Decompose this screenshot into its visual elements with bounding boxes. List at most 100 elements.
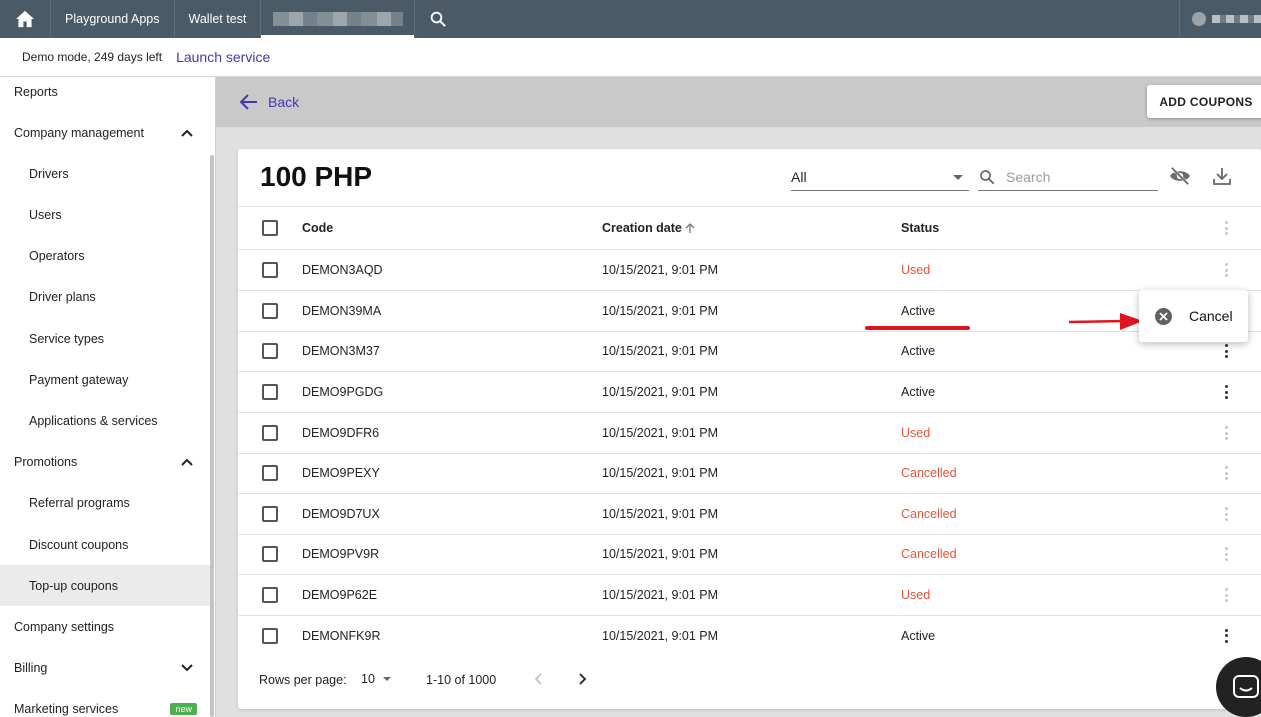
more-vert-icon[interactable]: [1218, 425, 1234, 441]
sidebar-item-service-types[interactable]: Service types: [0, 318, 211, 359]
chevron-left-icon[interactable]: [531, 671, 547, 687]
sidebar-item-label: Drivers: [29, 166, 69, 181]
more-vert-icon[interactable]: [1218, 546, 1234, 562]
demo-bar: Demo mode, 249 days left Launch service: [0, 38, 1261, 77]
chevron-up-icon: [181, 129, 193, 137]
row-checkbox[interactable]: [262, 627, 278, 644]
tab-playground-apps[interactable]: Playground Apps: [50, 0, 174, 38]
coupon-code: DEMO9PV9R: [302, 547, 380, 561]
search-input[interactable]: [1006, 168, 1146, 185]
row-checkbox[interactable]: [262, 384, 278, 400]
column-header-status[interactable]: Status: [901, 207, 939, 249]
status-text: Cancelled: [901, 466, 957, 480]
creation-date: 10/15/2021, 9:01 PM: [602, 344, 719, 358]
sidebar-item-driver-plans[interactable]: Driver plans: [0, 276, 211, 317]
more-vert-icon[interactable]: [1218, 220, 1234, 236]
header-bar: Back ADD COUPONS: [216, 77, 1261, 127]
table-row[interactable]: DEMO9D7UX 10/15/2021, 9:01 PM Cancelled: [238, 494, 1261, 535]
sidebar-item-label: Marketing services: [14, 701, 119, 716]
status-text: Active: [901, 304, 936, 318]
row-checkbox[interactable]: [262, 546, 278, 562]
row-checkbox[interactable]: [262, 465, 278, 481]
more-vert-icon[interactable]: [1218, 587, 1234, 603]
row-checkbox[interactable]: [262, 262, 278, 278]
arrow-left-icon: [240, 94, 257, 110]
sidebar-item-company-settings[interactable]: Company settings: [0, 606, 211, 647]
tab-active-redacted[interactable]: [260, 0, 415, 38]
sidebar-item-billing[interactable]: Billing: [0, 647, 211, 688]
table-row[interactable]: DEMO9PV9R 10/15/2021, 9:01 PM Cancelled: [238, 534, 1261, 575]
red-arrow-annotation: [1068, 313, 1143, 330]
cancel-menu-item[interactable]: Cancel: [1189, 308, 1233, 324]
status-filter-select[interactable]: All: [791, 163, 969, 191]
sidebar-item-label: Payment gateway: [29, 372, 129, 387]
row-checkbox[interactable]: [262, 425, 278, 441]
rows-per-page-select[interactable]: 10: [361, 672, 391, 686]
search-icon: [430, 11, 446, 27]
tab-wallet-test[interactable]: Wallet test: [173, 0, 261, 38]
row-checkbox[interactable]: [262, 303, 278, 319]
sidebar-item-payment-gateway[interactable]: Payment gateway: [0, 359, 211, 400]
sidebar-item-applications-services[interactable]: Applications & services: [0, 400, 211, 441]
creation-date: 10/15/2021, 9:01 PM: [602, 304, 719, 318]
table-row[interactable]: DEMO9PEXY 10/15/2021, 9:01 PM Cancelled: [238, 453, 1261, 494]
creation-date: 10/15/2021, 9:01 PM: [602, 628, 719, 643]
row-checkbox[interactable]: [262, 506, 278, 522]
table-row[interactable]: DEMON3M37 10/15/2021, 9:01 PM Active: [238, 331, 1261, 372]
sidebar-item-reports[interactable]: Reports: [0, 77, 211, 112]
back-button[interactable]: Back: [240, 77, 299, 127]
more-vert-icon[interactable]: [1218, 628, 1234, 644]
creation-date: 10/15/2021, 9:01 PM: [602, 466, 719, 480]
sidebar-item-label: Operators: [29, 248, 85, 263]
more-vert-icon[interactable]: [1218, 262, 1234, 278]
table-row[interactable]: DEMONFK9R 10/15/2021, 9:01 PM Active: [238, 615, 1261, 656]
table-row[interactable]: DEMO9PGDG 10/15/2021, 9:01 PM Active: [238, 372, 1261, 413]
sidebar-scrollbar[interactable]: [210, 155, 214, 717]
column-header-label: Creation date: [602, 221, 682, 235]
table-row[interactable]: DEMO9P62E 10/15/2021, 9:01 PM Used: [238, 575, 1261, 616]
status-text: Active: [901, 385, 936, 399]
sidebar-item-label: Applications & services: [29, 413, 158, 428]
column-header-creation-date[interactable]: Creation date: [602, 207, 696, 249]
row-checkbox[interactable]: [262, 587, 278, 603]
sidebar-item-discount-coupons[interactable]: Discount coupons: [0, 524, 211, 565]
sidebar-item-promotions[interactable]: Promotions: [0, 441, 211, 482]
sidebar-item-operators[interactable]: Operators: [0, 235, 211, 276]
chevron-down-icon: [181, 663, 193, 671]
search-field[interactable]: [978, 163, 1158, 191]
select-all-checkbox[interactable]: [262, 220, 278, 236]
add-coupons-button[interactable]: ADD COUPONS: [1147, 85, 1261, 118]
row-checkbox[interactable]: [262, 343, 278, 359]
eye-off-icon[interactable]: [1169, 166, 1191, 186]
more-vert-icon[interactable]: [1218, 343, 1234, 359]
sidebar-item-label: Promotions: [14, 454, 78, 469]
download-icon[interactable]: [1212, 166, 1232, 186]
sidebar-item-label: Users: [29, 207, 62, 222]
search-button[interactable]: [414, 0, 460, 38]
chat-icon: [1233, 675, 1259, 698]
status-text: Cancelled: [901, 547, 957, 561]
coupon-code: DEMO9DFR6: [302, 426, 380, 440]
chevron-right-icon[interactable]: [574, 671, 590, 687]
rows-per-page-label: Rows per page:: [259, 673, 347, 687]
column-header-code[interactable]: Code: [302, 207, 333, 249]
more-vert-icon[interactable]: [1218, 506, 1234, 522]
sidebar-item-users[interactable]: Users: [0, 194, 211, 235]
table-row[interactable]: DEMON3AQD 10/15/2021, 9:01 PM Used: [238, 250, 1261, 291]
launch-service-link[interactable]: Launch service: [176, 49, 270, 65]
user-menu[interactable]: [1179, 0, 1261, 38]
more-vert-icon[interactable]: [1218, 384, 1234, 400]
status-text: Used: [901, 426, 931, 440]
search-icon: [980, 169, 995, 184]
pagination: Rows per page: 10 1-10 of 1000: [238, 661, 1261, 701]
sidebar-item-drivers[interactable]: Drivers: [0, 153, 211, 194]
sidebar-item-label: Reports: [14, 84, 58, 99]
home-button[interactable]: [0, 0, 50, 38]
sidebar-item-referral-programs[interactable]: Referral programs: [0, 482, 211, 523]
sidebar-item-topup-coupons[interactable]: Top-up coupons: [0, 565, 211, 606]
sidebar-item-label: Company management: [14, 125, 144, 140]
sidebar-item-marketing-services[interactable]: Marketing services new: [0, 688, 211, 717]
table-row[interactable]: DEMO9DFR6 10/15/2021, 9:01 PM Used: [238, 413, 1261, 454]
sidebar-item-company-management[interactable]: Company management: [0, 112, 211, 153]
more-vert-icon[interactable]: [1218, 465, 1234, 481]
